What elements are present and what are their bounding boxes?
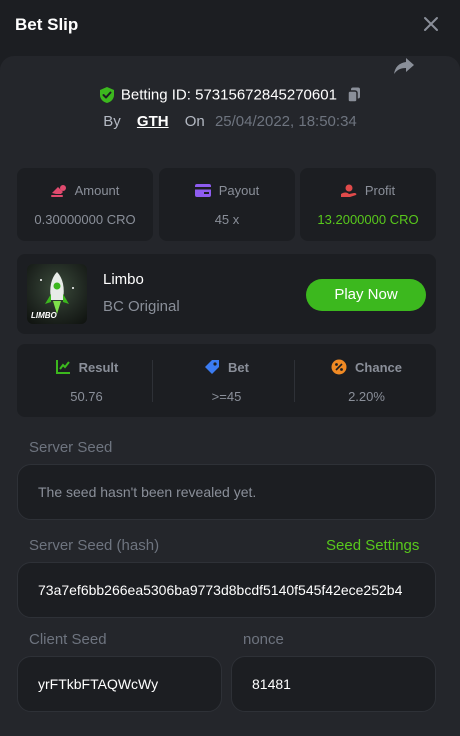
profit-value: 13.2000000 CRO: [317, 212, 419, 227]
server-seed-field[interactable]: The seed hasn't been revealed yet.: [17, 464, 436, 520]
payout-value: 45 x: [214, 212, 240, 227]
amount-value: 0.30000000 CRO: [34, 212, 136, 227]
betting-id-value: 57315672845270601: [195, 86, 337, 104]
game-thumbnail[interactable]: LIMBO: [27, 264, 87, 324]
amount-label: Amount: [74, 183, 120, 198]
profit-card: Profit 13.2000000 CRO: [300, 168, 436, 241]
client-seed-field[interactable]: yrFTkbFTAQWcWy: [17, 656, 222, 712]
chance-label: Chance: [355, 359, 402, 375]
seed-settings-link[interactable]: Seed Settings: [326, 537, 419, 554]
client-seed-label: Client Seed: [29, 631, 107, 648]
payout-card-icon: [194, 184, 211, 197]
server-seed-label: Server Seed: [29, 439, 113, 456]
result-icon: [55, 360, 70, 374]
divider: [294, 360, 295, 402]
bet-owner-row: By GTH On 25/04/2022, 18:50:34: [0, 113, 460, 130]
thumbnail-label: LIMBO: [31, 311, 57, 320]
nonce-label: nonce: [243, 631, 284, 648]
profit-label: Profit: [364, 183, 396, 198]
shield-check-icon: [99, 87, 114, 104]
copy-icon[interactable]: [347, 87, 361, 103]
bet-value: >=45: [211, 389, 242, 404]
profit-icon: [340, 184, 357, 197]
chance-percent-icon: [331, 359, 347, 375]
amount-card: Amount 0.30000000 CRO: [17, 168, 153, 241]
divider: [152, 360, 153, 402]
result-label: Result: [78, 359, 119, 375]
amount-icon: [50, 184, 66, 197]
payout-label: Payout: [218, 183, 260, 198]
server-seed-hash-field[interactable]: 73a7ef6bb266ea5306ba9773d8bcdf5140f545f4…: [17, 562, 436, 618]
bet-label: Bet: [228, 359, 249, 375]
play-now-button[interactable]: Play Now: [306, 279, 426, 311]
betting-id-label: Betting ID:: [120, 86, 191, 104]
payout-card: Payout 45 x: [159, 168, 295, 241]
game-card: LIMBO Limbo BC Original Play Now: [17, 254, 436, 334]
dialog-title: Bet Slip: [15, 15, 79, 34]
game-name: Limbo: [103, 271, 144, 288]
on-label: On: [184, 113, 205, 130]
share-icon[interactable]: [392, 56, 416, 76]
bet-date: 25/04/2022, 18:50:34: [214, 113, 357, 130]
bet-tag-icon: [205, 360, 220, 374]
betting-id-row: Betting ID: 57315672845270601: [0, 86, 460, 104]
server-seed-hash-label: Server Seed (hash): [29, 537, 160, 554]
user-link[interactable]: GTH: [137, 113, 169, 130]
game-subtitle: BC Original: [103, 298, 180, 315]
nonce-field[interactable]: 81481: [231, 656, 436, 712]
result-column: Result 50.76: [17, 344, 156, 417]
chance-value: 2.20%: [348, 389, 385, 404]
result-value: 50.76: [70, 389, 103, 404]
result-summary: Result 50.76 Bet >=45 Chance 2.20%: [17, 344, 436, 417]
close-icon[interactable]: [421, 14, 441, 34]
bet-slip-header: Bet Slip: [0, 0, 460, 50]
by-label: By: [103, 113, 121, 130]
bet-column: Bet >=45: [157, 344, 296, 417]
chance-column: Chance 2.20%: [297, 344, 436, 417]
